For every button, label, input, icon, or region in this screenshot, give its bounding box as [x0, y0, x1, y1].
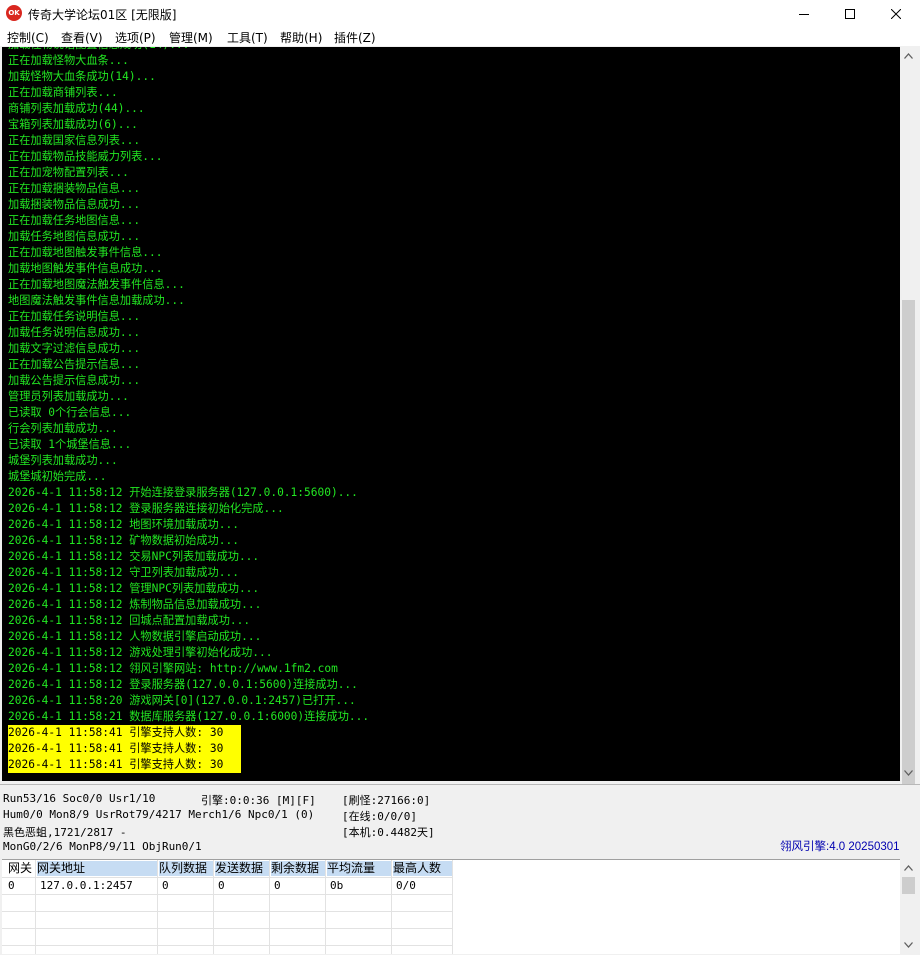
- console-line: 正在加载国家信息列表...: [8, 134, 141, 147]
- title-bar: OK 传奇大学论坛01区 [无限版]: [0, 0, 920, 28]
- menu-manage[interactable]: 管理(M): [169, 29, 213, 46]
- console-line: 2026-4-1 11:58:12 矿物数据初始成功...: [8, 534, 239, 547]
- menu-view[interactable]: 查看(V): [61, 29, 103, 46]
- menu-bar: 控制(C) 查看(V) 选项(P) 管理(M) 工具(T) 帮助(H) 插件(Z…: [0, 28, 920, 46]
- table-cell-send: 0: [218, 879, 225, 892]
- status-run: Run53/16 Soc0/0 Usr1/10: [3, 792, 156, 805]
- console-line: 管理员列表加载成功...: [8, 390, 129, 403]
- scroll-down-arrow-icon[interactable]: [900, 764, 917, 781]
- console-line: 2026-4-1 11:58:12 回城点配置加载成功...: [8, 614, 251, 627]
- console-line: 2026-4-1 11:58:21 数据库服务器(127.0.0.1:6000)…: [8, 710, 370, 723]
- version-label: 翎风引擎:4.0 20250301: [780, 841, 900, 853]
- menu-tools[interactable]: 工具(T): [227, 29, 268, 46]
- console-line: 正在加载商铺列表...: [8, 86, 118, 99]
- table-scroll-up-icon[interactable]: [900, 859, 917, 876]
- console-log[interactable]: 加载怪物说话配置信息成功(14)...正在加载怪物大血条...加载怪物大血条成功…: [2, 47, 900, 781]
- header-queue-data[interactable]: 队列数据: [159, 861, 213, 876]
- header-max-users[interactable]: 最高人数: [393, 861, 452, 876]
- window-title: 传奇大学论坛01区 [无限版]: [28, 8, 177, 22]
- console-line: 2026-4-1 11:58:41 引擎支持人数: 30: [8, 741, 241, 757]
- gateway-table[interactable]: 网关 网关地址 队列数据 发送数据 剩余数据 平均流量 最高人数 0 127.0…: [2, 859, 900, 954]
- console-line: 2026-4-1 11:58:20 游戏网关[0](127.0.0.1:2457…: [8, 694, 356, 707]
- console-line: 2026-4-1 11:58:12 游戏处理引擎初始化成功...: [8, 646, 273, 659]
- header-avg-traffic[interactable]: 平均流量: [327, 861, 391, 876]
- console-line: 加载文字过滤信息成功...: [8, 342, 141, 355]
- console-line: 地图魔法触发事件信息加载成功...: [8, 294, 185, 307]
- maximize-icon: [845, 9, 855, 19]
- console-scroll-thumb[interactable]: [902, 300, 915, 792]
- console-line: 正在加载捆装物品信息...: [8, 182, 141, 195]
- console-line: 2026-4-1 11:58:12 人物数据引擎启动成功...: [8, 630, 262, 643]
- console-line: 2026-4-1 11:58:41 引擎支持人数: 30: [8, 725, 241, 741]
- console-line: 正在加宠物配置列表...: [8, 166, 129, 179]
- console-line: 城堡列表加载成功...: [8, 454, 118, 467]
- table-cell-traffic: 0b: [330, 879, 344, 892]
- status-mon: MonG0/2/6 MonP8/9/11 ObjRun0/1: [3, 840, 202, 853]
- console-line: 商铺列表加载成功(44)...: [8, 102, 145, 115]
- header-gateway[interactable]: 网关: [8, 861, 32, 876]
- menu-control[interactable]: 控制(C): [7, 29, 49, 46]
- minimize-icon: [799, 14, 809, 15]
- console-line: 加载捆装物品信息成功...: [8, 198, 141, 211]
- console-line: 2026-4-1 11:58:12 管理NPC列表加载成功...: [8, 582, 260, 595]
- console-line: 2026-4-1 11:58:12 守卫列表加载成功...: [8, 566, 239, 579]
- status-engine: 引擎:0:0:36 [M][F]: [201, 794, 316, 807]
- console-line: 2026-4-1 11:58:41 引擎支持人数: 30: [8, 757, 241, 773]
- console-line: 宝箱列表加载成功(6)...: [8, 118, 138, 131]
- table-cell-address: 127.0.0.1:2457: [40, 879, 133, 892]
- console-line: 加载任务说明信息成功...: [8, 326, 141, 339]
- console-line: 已读取 0个行会信息...: [8, 406, 132, 419]
- table-cell-gateway: 0: [8, 879, 15, 892]
- menu-plugins[interactable]: 插件(Z): [334, 29, 376, 46]
- console-line: 加载地图触发事件信息成功...: [8, 262, 163, 275]
- table-cell-queue: 0: [162, 879, 169, 892]
- console-line: 正在加载任务说明信息...: [8, 310, 141, 323]
- console-line: 正在加载怪物大血条...: [8, 54, 129, 67]
- console-line: 行会列表加载成功...: [8, 422, 118, 435]
- console-line: 正在加载地图触发事件信息...: [8, 246, 163, 259]
- status-local: [本机:0.4482天]: [342, 826, 435, 839]
- console-line: 城堡城初始完成...: [8, 470, 107, 483]
- header-remaining-data[interactable]: 剩余数据: [271, 861, 325, 876]
- console-line: 2026-4-1 11:58:12 炼制物品信息加载成功...: [8, 598, 262, 611]
- console-line: 2026-4-1 11:58:12 交易NPC列表加载成功...: [8, 550, 260, 563]
- status-hum: Hum0/0 Mon8/9 UsrRot79/4217 Merch1/6 Npc…: [3, 808, 315, 821]
- table-cell-remaining: 0: [274, 879, 281, 892]
- menu-options[interactable]: 选项(P): [115, 29, 156, 46]
- console-line: 加载怪物大血条成功(14)...: [8, 70, 156, 83]
- minimize-button[interactable]: [781, 0, 827, 28]
- close-icon: [891, 9, 901, 19]
- status-panel: Run53/16 Soc0/0 Usr1/10 引擎:0:0:36 [M][F]…: [0, 784, 920, 859]
- close-button[interactable]: [873, 0, 919, 28]
- console-line: 正在加载物品技能威力列表...: [8, 150, 163, 163]
- table-cell-max-users: 0/0: [396, 879, 416, 892]
- console-line: 2026-4-1 11:58:12 开始连接登录服务器(127.0.0.1:56…: [8, 486, 358, 499]
- console-line: 2026-4-1 11:58:12 登录服务器(127.0.0.1:5600)连…: [8, 678, 358, 691]
- status-online: [在线:0/0/0]: [342, 810, 417, 823]
- console-line: 2026-4-1 11:58:12 地图环境加载成功...: [8, 518, 239, 531]
- header-send-data[interactable]: 发送数据: [215, 861, 269, 876]
- table-scroll-thumb[interactable]: [902, 877, 915, 894]
- console-line: 正在加载任务地图信息...: [8, 214, 141, 227]
- console-line: 加载任务地图信息成功...: [8, 230, 141, 243]
- header-gateway-address[interactable]: 网关地址: [37, 861, 157, 876]
- table-scrollbar[interactable]: [900, 859, 917, 953]
- table-scroll-down-icon[interactable]: [900, 936, 917, 953]
- scroll-up-arrow-icon[interactable]: [900, 47, 917, 64]
- menu-help[interactable]: 帮助(H): [280, 29, 322, 46]
- maximize-button[interactable]: [827, 0, 873, 28]
- status-refresh: [刷怪:27166:0]: [342, 794, 431, 807]
- app-icon: OK: [6, 5, 22, 21]
- console-line: 正在加载地图魔法触发事件信息...: [8, 278, 185, 291]
- console-line: 已读取 1个城堡信息...: [8, 438, 132, 451]
- console-line: 2026-4-1 11:58:12 登录服务器连接初始化完成...: [8, 502, 284, 515]
- console-scrollbar[interactable]: [900, 47, 917, 792]
- status-mob: 黑色恶蛆,1721/2817 -: [3, 826, 127, 839]
- console-line: 加载公告提示信息成功...: [8, 374, 141, 387]
- console-line: 正在加载公告提示信息...: [8, 358, 141, 371]
- console-line: 2026-4-1 11:58:12 翎风引擎网站: http://www.1fm…: [8, 662, 338, 675]
